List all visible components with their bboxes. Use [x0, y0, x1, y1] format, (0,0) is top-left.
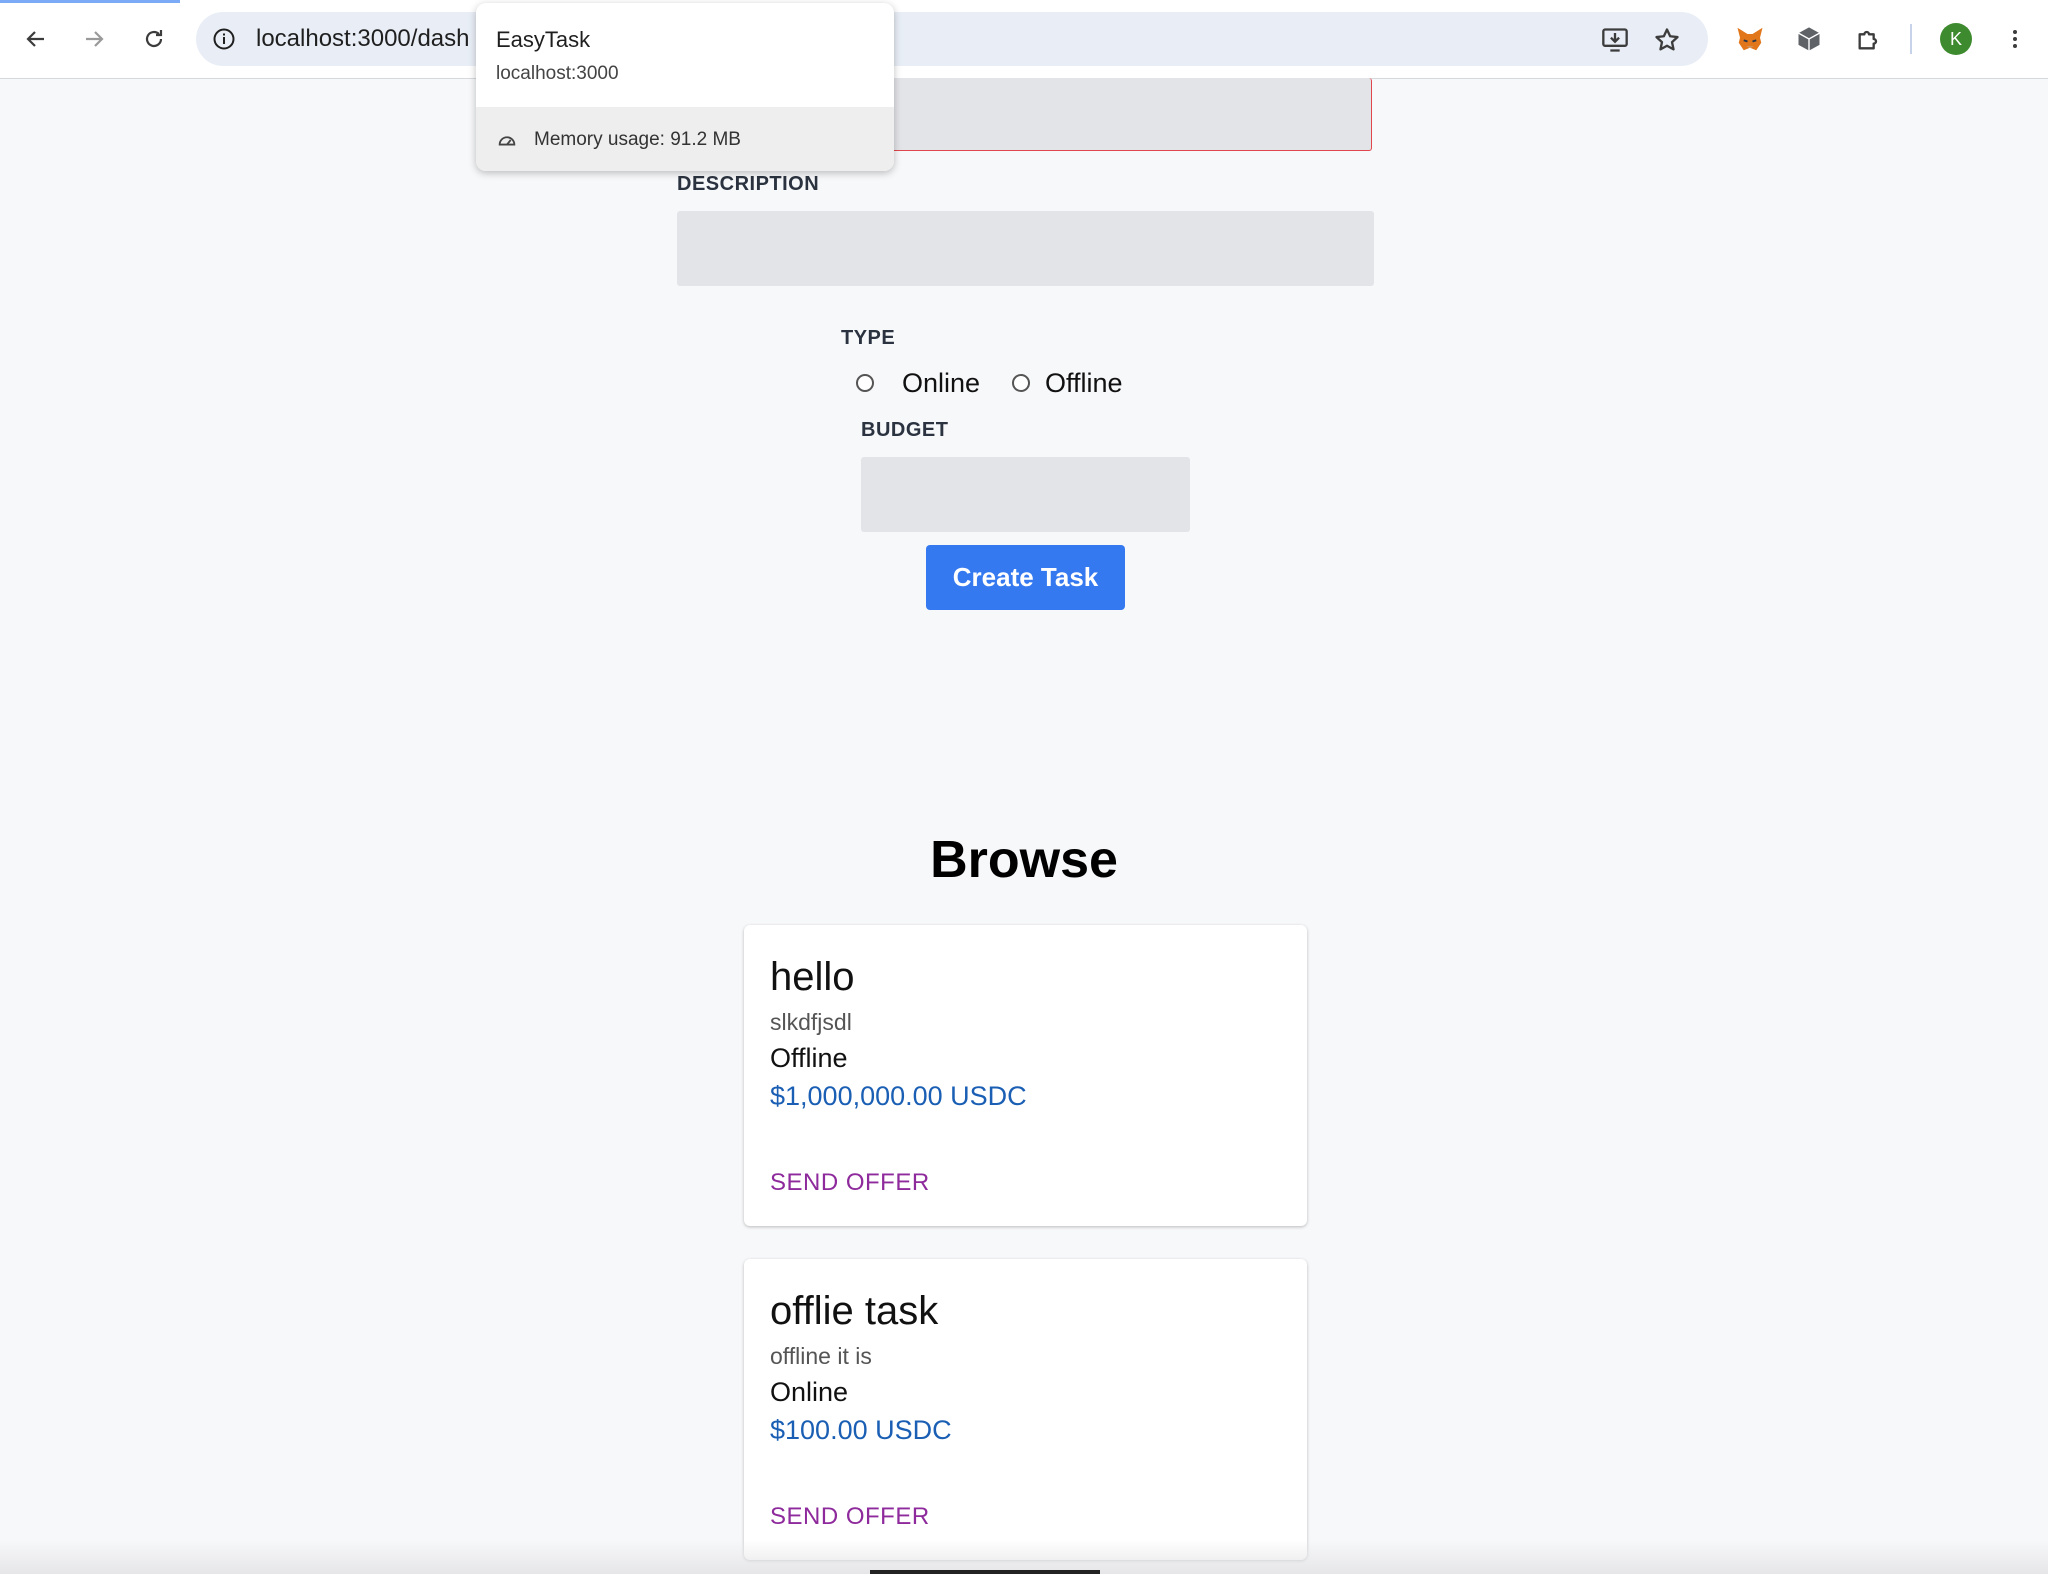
task-description: offline it is	[770, 1343, 872, 1369]
toolbar-separator	[1910, 24, 1912, 54]
task-budget: $1,000,000.00 USDC	[770, 1081, 1027, 1111]
task-card: hello slkdfjsdl Offline $1,000,000.00 US…	[744, 925, 1307, 1226]
tab-title: EasyTask	[496, 27, 591, 52]
back-button[interactable]	[16, 19, 56, 59]
fox-extension-icon[interactable]	[1733, 22, 1767, 56]
send-offer-button[interactable]: SEND OFFER	[770, 1169, 930, 1197]
task-title: offlie task	[770, 1289, 939, 1333]
memory-usage: Memory usage: 91.2 MB	[534, 129, 741, 150]
gauge-icon	[498, 136, 516, 146]
reload-icon	[145, 30, 163, 48]
browse-heading: Browse	[930, 831, 1118, 889]
arrow-right-icon	[86, 31, 104, 47]
puzzle-icon[interactable]	[1852, 22, 1886, 56]
type-offline-label[interactable]: Offline	[1045, 368, 1123, 399]
task-card: offlie task offline it is Online $100.00…	[744, 1259, 1307, 1560]
scroll-indicator	[870, 1570, 1100, 1574]
type-online-radio[interactable]	[856, 374, 874, 392]
create-task-button[interactable]: Create Task	[926, 545, 1125, 610]
arrow-left-icon	[26, 31, 44, 47]
info-icon[interactable]	[210, 25, 238, 53]
budget-input[interactable]	[861, 457, 1190, 532]
budget-label: BUDGET	[861, 419, 949, 441]
task-title: hello	[770, 955, 855, 999]
task-budget: $100.00 USDC	[770, 1415, 952, 1445]
star-icon[interactable]	[1652, 25, 1682, 55]
task-type: Offline	[770, 1043, 848, 1073]
task-description: slkdfjsdl	[770, 1009, 852, 1035]
type-label: TYPE	[841, 327, 896, 349]
description-input[interactable]	[677, 211, 1374, 286]
loading-bar	[0, 0, 180, 3]
kebab-menu-icon[interactable]	[1998, 22, 2032, 56]
address-bar[interactable]: localhost:3000/dash	[196, 12, 1708, 66]
send-offer-button[interactable]: SEND OFFER	[770, 1503, 930, 1531]
install-app-icon[interactable]	[1600, 25, 1630, 55]
description-label: DESCRIPTION	[677, 173, 820, 195]
bottom-fade	[0, 1540, 2048, 1574]
reload-button[interactable]	[134, 19, 174, 59]
cube-extension-icon[interactable]	[1792, 22, 1826, 56]
forward-button[interactable]	[74, 19, 114, 59]
browser-toolbar: localhost:3000/dash K	[0, 0, 2048, 79]
task-type: Online	[770, 1377, 849, 1407]
tab-host: localhost:3000	[496, 63, 619, 84]
tab-hover-card: EasyTask localhost:3000 Memory usage: 91…	[476, 3, 894, 171]
memory-footer: Memory usage: 91.2 MB	[476, 107, 894, 171]
avatar[interactable]: K	[1940, 23, 1972, 55]
type-online-label[interactable]: Online	[902, 368, 980, 399]
type-offline-radio[interactable]	[1012, 374, 1030, 392]
